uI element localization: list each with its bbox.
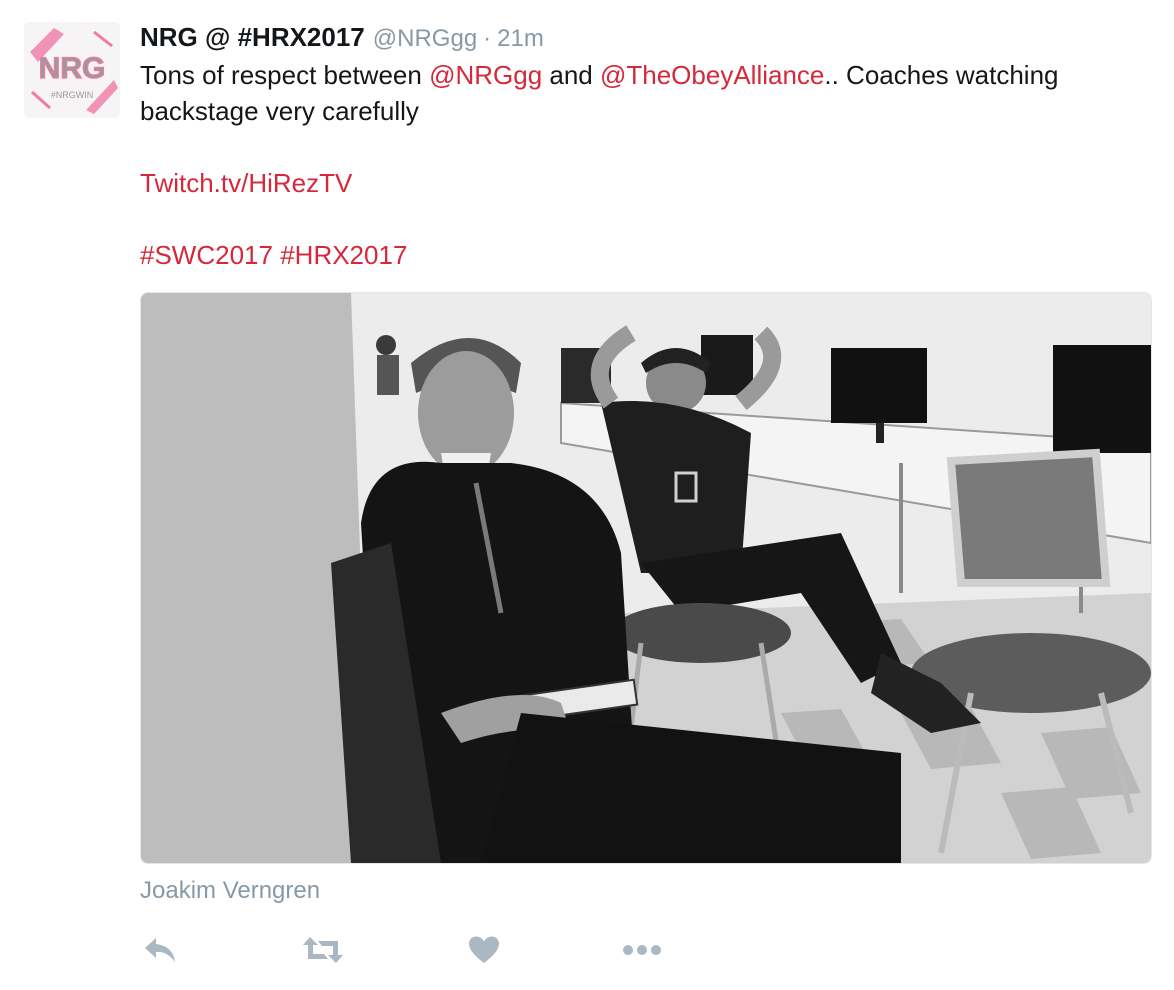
avatar-subtext: #NRGWIN xyxy=(51,90,94,100)
header-separator: · xyxy=(483,25,492,52)
photo-image xyxy=(141,293,1151,863)
hashtag-hrx2017[interactable]: #HRX2017 xyxy=(280,240,407,270)
retweet-button[interactable] xyxy=(302,928,344,972)
text-segment: and xyxy=(542,60,600,90)
tweet-photo[interactable] xyxy=(140,292,1152,864)
heart-icon xyxy=(469,936,499,963)
tweet-hashtags: #SWC2017 #HRX2017 xyxy=(140,237,1150,273)
more-button[interactable] xyxy=(622,928,662,972)
avatar-logo-text: NRG xyxy=(39,52,106,85)
reply-icon xyxy=(145,938,175,962)
nrg-logo-icon: NRG #NRGWIN xyxy=(24,22,120,118)
tweet: NRG #NRGWIN NRG @ #HRX2017 @NRGgg · 21m … xyxy=(0,0,1174,990)
tweet-link-paragraph: Twitch.tv/HiRezTV xyxy=(140,165,1150,201)
mention-theobeyalliance[interactable]: @TheObeyAlliance xyxy=(600,60,824,90)
display-name[interactable]: NRG @ #HRX2017 xyxy=(140,21,365,53)
avatar[interactable]: NRG #NRGWIN xyxy=(24,22,120,118)
tweet-actions xyxy=(140,928,700,972)
hashtag-swc2017[interactable]: #SWC2017 xyxy=(140,240,273,270)
screen-name[interactable]: @NRGgg xyxy=(373,23,477,55)
mention-nrggg[interactable]: @NRGgg xyxy=(429,60,542,90)
tweet-header: NRG @ #HRX2017 @NRGgg · 21m xyxy=(140,21,544,53)
reply-button[interactable] xyxy=(142,928,178,972)
tweet-paragraph: Tons of respect between @NRGgg and @TheO… xyxy=(140,57,1150,129)
retweet-icon xyxy=(303,937,343,963)
more-icon xyxy=(623,945,661,955)
like-button[interactable] xyxy=(468,928,500,972)
photo-credit[interactable]: Joakim Verngren xyxy=(140,875,320,907)
text-segment: Tons of respect between xyxy=(140,60,430,90)
twitch-link[interactable]: Twitch.tv/HiRezTV xyxy=(140,168,352,198)
tweet-text: Tons of respect between @NRGgg and @TheO… xyxy=(140,57,1150,309)
timestamp[interactable]: 21m xyxy=(497,23,544,55)
